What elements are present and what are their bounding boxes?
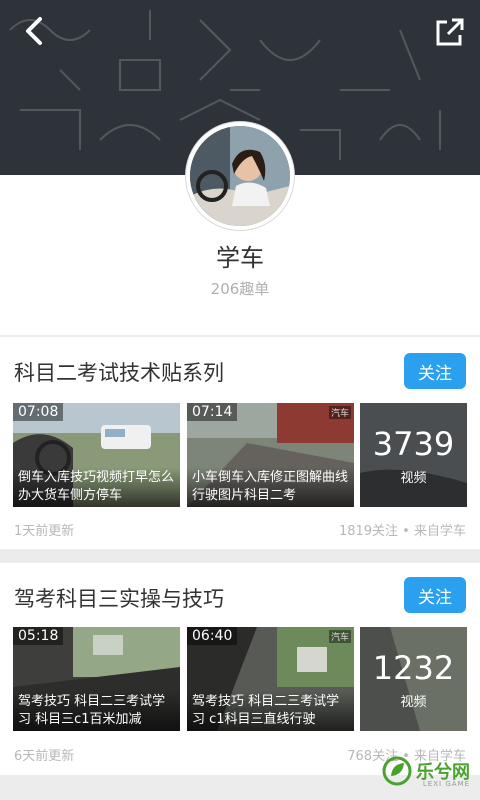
follow-button[interactable]: 关注 bbox=[404, 353, 466, 389]
video-duration: 07:14 bbox=[187, 403, 238, 421]
video-thumbnail[interactable]: 07:08 倒车入库技巧视频打早怎么办大货车侧方停车 bbox=[13, 403, 180, 507]
page: 学车 206趣单 科目二考试技术贴系列 关注 07:08 倒车入库技巧视频打早怎… bbox=[0, 0, 480, 800]
video-count-tile[interactable]: 3739 视频 bbox=[360, 403, 467, 507]
video-duration: 05:18 bbox=[13, 627, 64, 645]
page-title: 学车 bbox=[216, 244, 264, 272]
video-caption: 倒车入库技巧视频打早怎么办大货车侧方停车 bbox=[13, 467, 180, 507]
video-tag: 汽车 bbox=[328, 406, 351, 419]
video-caption: 驾考技巧 科目二三考试学习 c1科目三直线行驶 bbox=[187, 691, 354, 731]
back-button[interactable] bbox=[18, 14, 54, 50]
video-count-label: 视频 bbox=[400, 471, 427, 486]
video-count-label: 视频 bbox=[400, 695, 427, 710]
update-time: 6天前更新 bbox=[14, 749, 75, 764]
playlist-title: 科目二考试技术贴系列 bbox=[14, 361, 224, 385]
video-caption: 驾考技巧 科目二三考试学习 科目三c1百米加减 bbox=[13, 691, 180, 731]
follower-info: 1819关注 • 来自学车 bbox=[338, 524, 466, 539]
video-caption: 小车倒车入库修正图解曲线行驶图片科目二考 bbox=[187, 467, 354, 507]
watermark-subtext: LEXI GAME bbox=[422, 780, 470, 788]
video-count: 3739 bbox=[372, 425, 455, 463]
video-thumbnail[interactable]: 05:18 驾考技巧 科目二三考试学习 科目三c1百米加减 bbox=[13, 627, 180, 731]
video-count-tile[interactable]: 1232 视频 bbox=[360, 627, 467, 731]
follow-button[interactable]: 关注 bbox=[404, 577, 466, 613]
video-duration: 07:08 bbox=[13, 403, 64, 421]
video-duration: 06:40 bbox=[187, 627, 238, 645]
video-tag: 汽车 bbox=[328, 630, 351, 643]
avatar bbox=[186, 122, 294, 230]
watermark-logo: 乐兮网 LEXI GAME bbox=[382, 756, 470, 788]
video-thumbnail[interactable]: 汽车 06:40 驾考技巧 科目二三考试学习 c1科目三直线行驶 bbox=[187, 627, 354, 731]
playlist-card[interactable]: 科目二考试技术贴系列 关注 07:08 倒车入库技巧视频打早怎么办大货车侧方停车… bbox=[0, 337, 480, 549]
playlist-title: 驾考科目三实操与技巧 bbox=[14, 587, 224, 611]
leaf-logo-icon bbox=[382, 756, 412, 786]
video-thumbnail[interactable]: 汽车 07:14 小车倒车入库修正图解曲线行驶图片科目二考 bbox=[187, 403, 354, 507]
share-button[interactable] bbox=[432, 14, 468, 50]
avatar-image bbox=[190, 126, 290, 226]
playlist-card[interactable]: 驾考科目三实操与技巧 关注 05:18 驾考技巧 科目二三考试学习 科目三c1百… bbox=[0, 563, 480, 775]
subscription-count: 206趣单 bbox=[210, 280, 270, 298]
chevron-left-icon bbox=[26, 17, 42, 45]
share-icon bbox=[436, 18, 464, 46]
update-time: 1天前更新 bbox=[14, 524, 75, 539]
video-count: 1232 bbox=[372, 649, 455, 687]
